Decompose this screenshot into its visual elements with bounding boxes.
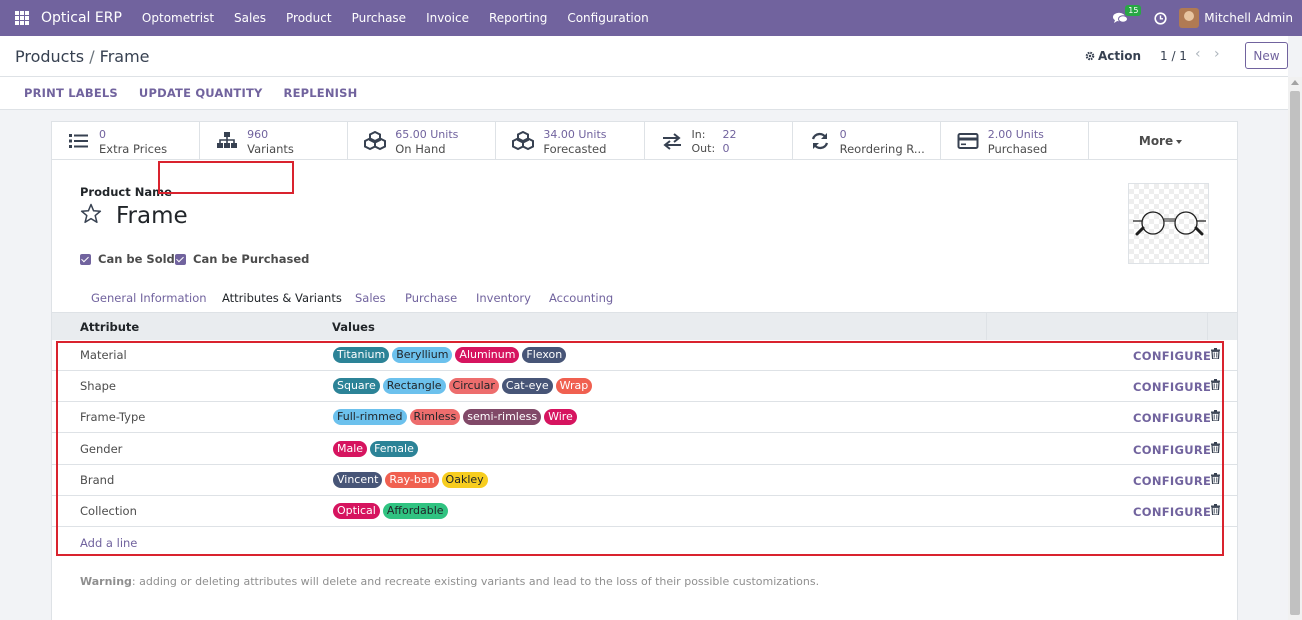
tab-purchase[interactable]: Purchase (405, 291, 457, 305)
print-labels-button[interactable]: PRINT LABELS (24, 86, 118, 100)
attributes-table-header: Attribute Values (52, 313, 1237, 340)
smart-label: Variants (247, 142, 294, 156)
favorite-star-icon[interactable] (80, 203, 102, 224)
new-button[interactable]: New (1245, 42, 1288, 69)
top-navbar: Optical ERP Optometrist Sales Product Pu… (0, 0, 1302, 36)
breadcrumb-parent[interactable]: Products (15, 47, 84, 66)
menu-item-product[interactable]: Product (276, 11, 342, 25)
apps-menu-icon[interactable] (15, 11, 29, 25)
app-brand[interactable]: Optical ERP (41, 10, 122, 26)
in-value: 22 (722, 128, 737, 141)
tab-inventory[interactable]: Inventory (476, 291, 531, 305)
page-scrollbar[interactable] (1288, 77, 1302, 620)
menu-item-reporting[interactable]: Reporting (479, 11, 557, 25)
tab-accounting[interactable]: Accounting (549, 291, 613, 305)
can-be-sold-label: Can be Sold (98, 252, 175, 266)
product-image[interactable] (1128, 183, 1209, 264)
smart-value: 0 (839, 128, 847, 141)
sitemap-icon (217, 132, 238, 148)
smart-label: Forecasted (543, 142, 607, 156)
exchange-icon (662, 133, 681, 150)
smart-label: Purchased (987, 142, 1048, 156)
gear-icon (1085, 51, 1095, 61)
form-header-buttons: PRINT LABELS UPDATE QUANTITY REPLENISH (0, 77, 1288, 110)
in-out-values: In: 22 Out: 0 (691, 128, 737, 156)
refresh-icon (811, 132, 828, 150)
main-menu: Optometrist Sales Product Purchase Invoi… (132, 11, 659, 25)
smart-value: 0 (99, 128, 106, 141)
tab-attributes-variants[interactable]: Attributes & Variants (222, 291, 342, 305)
highlight-box-rows (56, 341, 1224, 556)
column-header-attribute[interactable]: Attribute (80, 320, 139, 334)
notebook-tabs: General Information Attributes & Variant… (52, 282, 1237, 313)
smart-button-purchased[interactable]: 2.00 Units Purchased (941, 122, 1089, 160)
smart-value: 960 (247, 128, 269, 141)
attributes-warning: Warning: adding or deleting attributes w… (80, 575, 819, 588)
menu-item-invoice[interactable]: Invoice (416, 11, 479, 25)
smart-button-forecasted[interactable]: 34.00 Units Forecasted (496, 122, 645, 160)
more-label: More (1138, 134, 1174, 148)
warning-bold: Warning (80, 575, 132, 588)
update-quantity-button[interactable]: UPDATE QUANTITY (139, 86, 263, 100)
out-value: 0 (722, 142, 730, 155)
smart-button-variants[interactable]: 960 Variants (200, 122, 349, 160)
smart-label: Extra Prices (99, 142, 168, 156)
checkbox-checked-icon[interactable] (80, 253, 91, 265)
action-label: Action (1098, 49, 1142, 63)
can-be-purchased-label: Can be Purchased (193, 252, 310, 266)
smart-label: On Hand (395, 142, 446, 156)
product-name[interactable]: Frame (116, 203, 188, 229)
column-divider (986, 313, 987, 340)
breadcrumb-current: Frame (99, 47, 150, 66)
column-divider (1207, 313, 1208, 340)
cubes-icon (364, 131, 387, 151)
smart-button-extra-prices[interactable]: 0 Extra Prices (52, 122, 201, 160)
smart-button-more[interactable]: More (1089, 122, 1237, 160)
smart-value: 34.00 Units (543, 128, 607, 141)
control-panel: Products / Frame Action 1 / 1 ‹ › New (0, 36, 1288, 77)
action-button[interactable]: Action (1085, 49, 1141, 63)
user-name[interactable]: Mitchell Admin (1204, 11, 1293, 25)
out-label: Out: (691, 142, 716, 155)
smart-value: 2.00 Units (987, 128, 1044, 141)
menu-item-purchase[interactable]: Purchase (342, 11, 417, 25)
messages-icon[interactable]: 15 (1113, 5, 1142, 24)
caret-down-icon (1176, 139, 1183, 144)
highlight-box-tab (158, 161, 294, 194)
in-label: In: (691, 128, 706, 141)
smart-label: Reordering R... (839, 142, 925, 156)
cubes-icon (512, 131, 535, 151)
smart-button-in-out[interactable]: In: 22 Out: 0 (645, 122, 793, 160)
smart-value: 65.00 Units (395, 128, 459, 141)
warning-text: : adding or deleting attributes will del… (131, 575, 820, 588)
menu-item-configuration[interactable]: Configuration (557, 11, 658, 25)
smart-buttons: 0 Extra Prices 960 Variants 65.00 Units … (52, 122, 1237, 160)
column-header-values[interactable]: Values (332, 320, 375, 334)
pager-value[interactable]: 1 / 1 (1160, 49, 1187, 63)
glasses-icon (1133, 211, 1206, 236)
credit-card-icon (957, 133, 979, 149)
pager-next-icon[interactable]: › (1214, 46, 1220, 62)
tab-general-information[interactable]: General Information (91, 291, 207, 305)
smart-button-reordering-rules[interactable]: 0 Reordering R... (793, 122, 941, 160)
menu-item-optometrist[interactable]: Optometrist (132, 11, 224, 25)
pager-previous-icon[interactable]: ‹ (1195, 46, 1201, 62)
replenish-button[interactable]: REPLENISH (284, 86, 358, 100)
messages-badge: 15 (1125, 5, 1142, 16)
checkbox-checked-icon[interactable] (175, 253, 186, 265)
breadcrumb: Products / Frame (15, 47, 150, 66)
menu-item-sales[interactable]: Sales (224, 11, 276, 25)
smart-button-on-hand[interactable]: 65.00 Units On Hand (348, 122, 497, 160)
activity-clock-icon[interactable] (1154, 11, 1167, 25)
scrollbar-thumb[interactable] (1290, 91, 1300, 615)
list-icon (69, 134, 88, 148)
breadcrumb-separator: / (89, 47, 95, 66)
can-be-purchased-checkbox[interactable]: Can be Purchased (175, 252, 309, 266)
tab-sales[interactable]: Sales (355, 291, 386, 305)
can-be-sold-checkbox[interactable]: Can be Sold (80, 252, 175, 266)
scroll-up-arrow-icon[interactable] (1291, 80, 1299, 85)
user-avatar[interactable] (1179, 8, 1200, 28)
